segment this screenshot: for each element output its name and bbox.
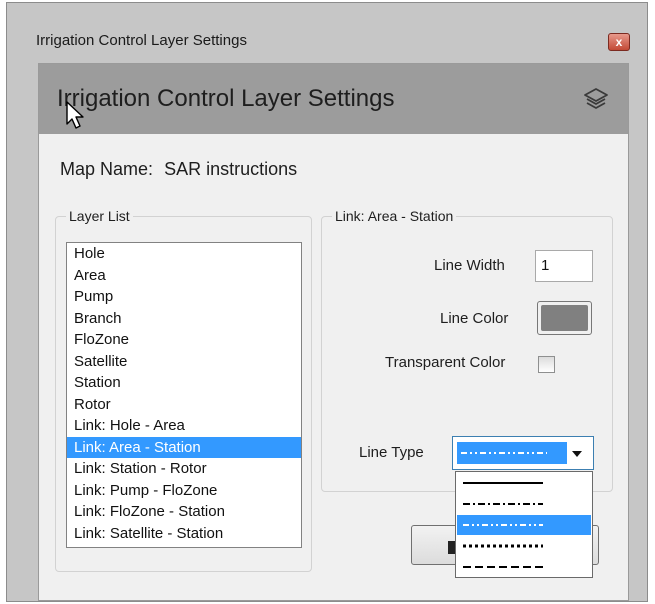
dash-dot-line-icon [463,503,543,505]
layers-icon[interactable] [582,86,610,112]
mouse-cursor-icon [66,101,84,129]
layer-list[interactable]: Hole Area Pump Branch FloZone Satellite Statio… [66,242,302,548]
layer-list-item[interactable]: Rotor [67,394,301,416]
line-type-dropdown[interactable] [452,436,594,470]
line-type-label: Line Type [359,444,424,461]
line-color-button[interactable] [537,301,592,335]
line-type-option-solid[interactable] [457,473,591,493]
line-type-option-dash-dot-dot[interactable] [457,515,591,535]
line-width-input[interactable]: 1 [535,250,593,282]
line-width-label: Line Width [434,257,505,274]
transparent-color-checkbox[interactable] [538,356,555,373]
layer-list-item[interactable]: Link: Hole - Area [67,415,301,437]
window-title: Irrigation Control Layer Settings [36,32,247,49]
dash-dot-dot-line-icon [461,452,547,454]
dashed-line-icon [463,566,543,568]
line-color-label: Line Color [440,310,509,327]
line-type-option-dash[interactable] [457,557,591,577]
layer-list-item[interactable]: Link: Pump - FloZone [67,480,301,502]
line-type-selected-value [457,442,567,464]
layer-list-item[interactable]: Area [67,265,301,287]
layer-list-item[interactable]: Pump [67,286,301,308]
map-name-value: SAR instructions [164,159,298,179]
solid-line-icon [463,482,543,484]
link-settings-group-label: Link: Area - Station [332,207,457,225]
layer-list-item[interactable]: Station [67,372,301,394]
layer-list-item[interactable]: Link: FloZone - Station [67,501,301,523]
layer-list-item[interactable]: Link: Station - Rotor [67,458,301,480]
line-type-option-dot[interactable] [457,536,591,556]
line-type-options-list[interactable] [455,471,593,578]
dash-dot-dot-line-icon [463,524,543,526]
layer-list-item[interactable]: Hole [67,243,301,265]
map-name-row: Map Name: SAR instructions [60,159,297,180]
layer-list-group-label: Layer List [66,207,133,225]
layer-list-item[interactable]: Branch [67,308,301,330]
chevron-down-icon[interactable] [572,451,582,457]
layer-list-item[interactable]: FloZone [67,329,301,351]
layer-list-item[interactable]: Satellite [67,351,301,373]
close-button[interactable]: x [608,33,630,51]
map-name-label: Map Name: [60,159,154,179]
line-color-swatch [541,305,588,331]
panel-header: Irrigation Control Layer Settings [39,64,628,134]
layer-list-item[interactable]: Link: Satellite - Station [67,523,301,545]
transparent-color-label: Transparent Color [385,354,506,371]
layer-list-item[interactable]: Link: Area - Station [67,436,301,458]
dotted-line-icon [463,544,543,548]
page-title: Irrigation Control Layer Settings [57,85,395,112]
line-type-option-dash-dot[interactable] [457,494,591,514]
